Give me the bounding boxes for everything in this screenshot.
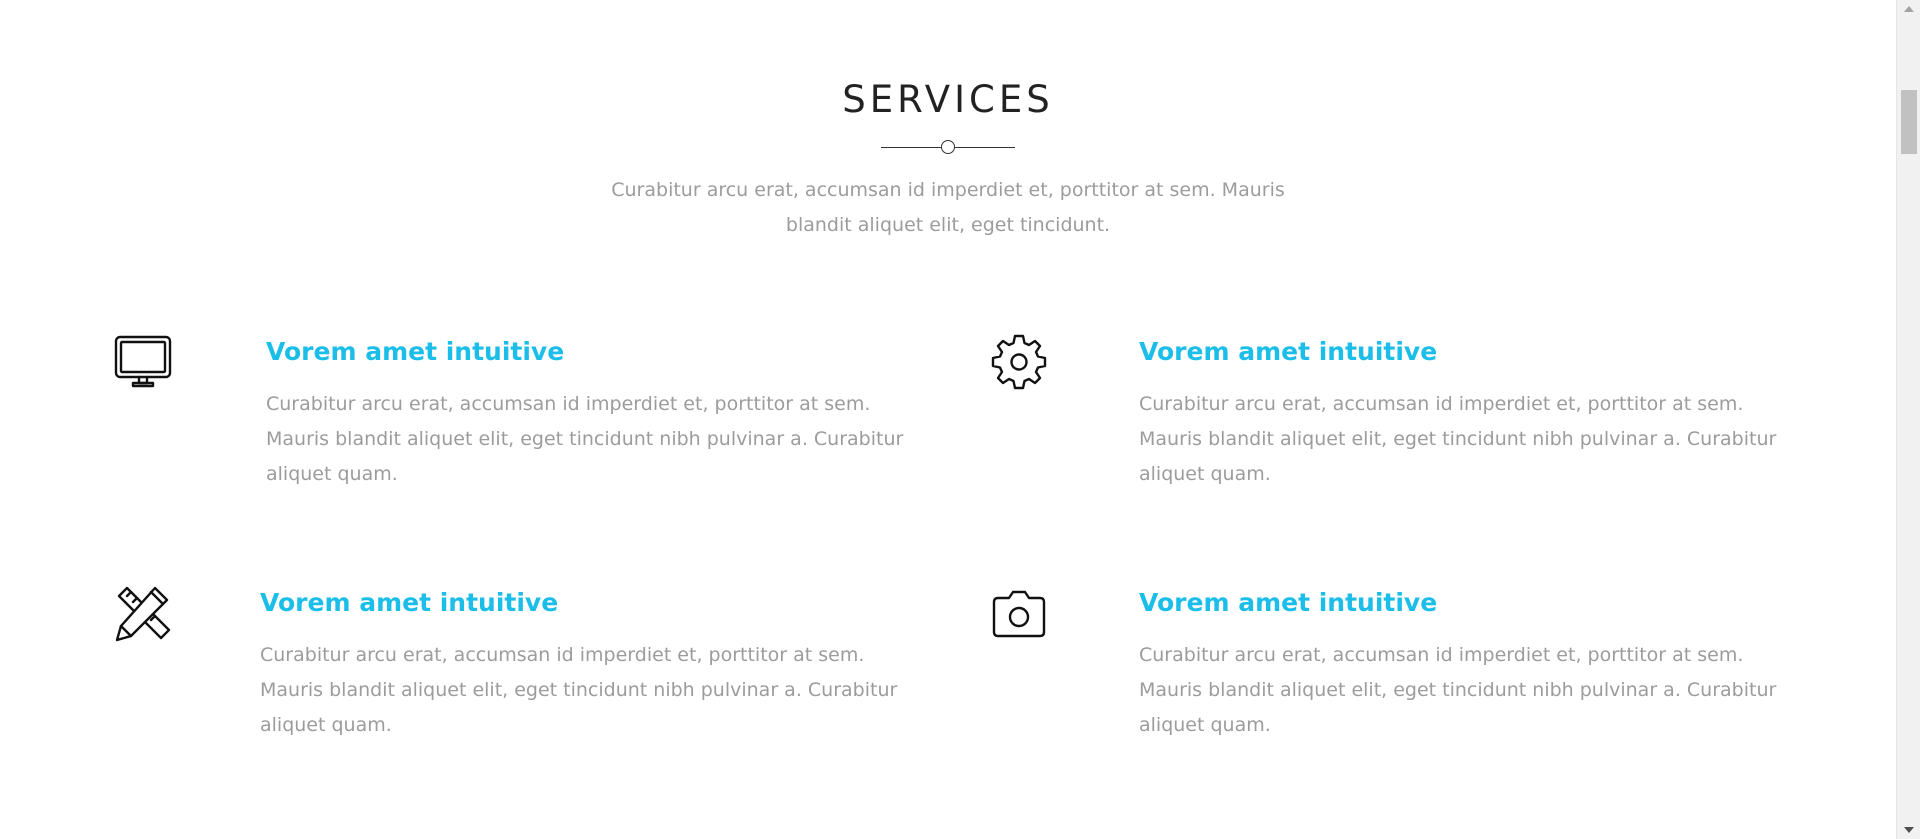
scroll-down-arrow-icon[interactable] — [1904, 827, 1914, 833]
service-title: Vorem amet intuitive — [1139, 337, 1438, 366]
camera-icon — [987, 582, 1051, 646]
service-title: Vorem amet intuitive — [260, 588, 559, 617]
service-description: Curabitur arcu erat, accumsan id imperdi… — [260, 644, 898, 736]
service-title: Vorem amet intuitive — [266, 337, 565, 366]
service-title: Vorem amet intuitive — [1139, 588, 1438, 617]
scroll-up-arrow-icon[interactable] — [1904, 6, 1914, 12]
service-description: Curabitur arcu erat, accumsan id imperdi… — [1139, 393, 1777, 485]
vertical-scrollbar[interactable] — [1896, 0, 1920, 839]
gear-icon — [987, 330, 1051, 394]
divider-line-left — [881, 147, 941, 148]
divider-circle-icon — [941, 140, 955, 154]
monitor-icon — [111, 330, 175, 394]
service-description: Curabitur arcu erat, accumsan id imperdi… — [1139, 644, 1777, 736]
section-subtitle: Curabitur arcu erat, accumsan id imperdi… — [611, 179, 1285, 236]
scrollbar-thumb[interactable] — [1901, 90, 1917, 154]
service-description: Curabitur arcu erat, accumsan id imperdi… — [266, 393, 904, 485]
divider-line-right — [955, 147, 1015, 148]
section-title: SERVICES — [842, 78, 1054, 121]
pencil-ruler-icon — [111, 582, 175, 646]
title-divider — [881, 140, 1015, 154]
services-page: SERVICES Curabitur arcu erat, accumsan i… — [0, 0, 1896, 839]
